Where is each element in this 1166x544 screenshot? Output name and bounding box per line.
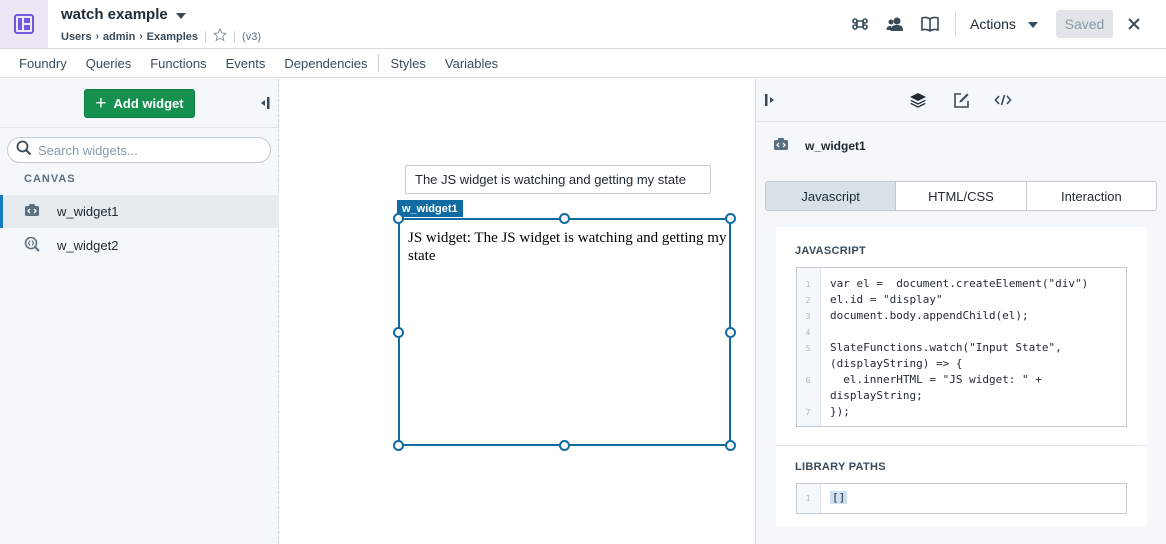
resize-handle-s[interactable] [559,440,570,451]
expand-panel-icon[interactable] [761,90,781,110]
line-number: 5 [805,344,811,353]
resize-handle-ne[interactable] [725,213,736,224]
breadcrumb-users[interactable]: Users [61,31,92,43]
command-icon[interactable] [850,14,870,34]
menu-events[interactable]: Events [226,56,266,71]
line-number-gutter: 1 [797,484,821,513]
star-icon[interactable] [212,27,228,45]
menu-bar: Foundry Queries Functions Events Depende… [0,49,1166,78]
line-number: 2 [805,296,811,305]
properties-panel: w_widget1 Javascript HTML/CSS Interactio… [755,79,1166,544]
selected-widget-name: w_widget1 [805,138,866,153]
line-number-gutter: 1 2 3 4 5 6 7 [797,268,821,426]
code-icon[interactable] [993,90,1013,110]
add-widget-label: Add widget [113,96,184,111]
javascript-code-editor[interactable]: 1 2 3 4 5 6 7 var el = document.createEl… [796,267,1127,427]
book-icon[interactable] [920,14,940,34]
app-layout-icon[interactable] [0,0,48,48]
widget-item-w-widget1[interactable]: w_widget1 [0,195,279,228]
code-line: displayString; [830,389,923,402]
code-line: SlateFunctions.watch("Input State", [830,341,1062,354]
add-widget-button[interactable]: + Add widget [84,89,195,118]
resize-handle-se[interactable] [725,440,736,451]
search-widgets-input[interactable] [38,142,258,158]
menu-styles[interactable]: Styles [390,56,425,71]
line-number: 6 [805,376,811,385]
menu-divider [378,54,380,72]
text-input-widget[interactable]: The JS widget is watching and getting my… [405,165,711,194]
code-line: document.body.appendChild(el); [830,309,1029,322]
widget-item-label: w_widget2 [57,238,119,253]
breadcrumb-examples[interactable]: Examples [147,31,198,43]
canvas-section-label: CANVAS [24,173,76,185]
code-line: (displayString) => { [830,357,963,370]
line-number: 4 [805,328,811,337]
line-number: 1 [805,280,811,289]
library-paths-value: [] [830,491,848,504]
plus-icon: + [95,93,107,114]
saved-button[interactable]: Saved [1056,10,1113,38]
code-line: var el = document.createElement("div") [830,277,1089,290]
menu-functions[interactable]: Functions [150,56,206,71]
widget-item-label: w_widget1 [57,204,119,219]
js-widget-icon [773,137,789,154]
menu-foundry[interactable]: Foundry [19,56,67,71]
canvas[interactable]: The JS widget is watching and getting my… [280,79,755,544]
version-label: (v3) [242,30,261,43]
menu-variables[interactable]: Variables [445,56,498,71]
widget-item-w-widget2[interactable]: w_widget2 [0,229,279,262]
header-divider [955,12,956,36]
collapse-panel-icon[interactable] [258,95,270,116]
resize-handle-n[interactable] [559,213,570,224]
resize-handle-w[interactable] [393,327,404,338]
js-widget-frame[interactable]: JS widget: The JS widget is watching and… [398,218,731,446]
chevron-down-icon [1027,22,1038,28]
line-number: 7 [805,408,811,417]
section-divider [776,445,1147,446]
resize-handle-e[interactable] [725,327,736,338]
panel-divider [756,121,1166,122]
sidebar-divider [0,127,279,128]
breadcrumb-divider [234,30,236,43]
resize-handle-nw[interactable] [393,213,404,224]
breadcrumb-admin[interactable]: admin [103,31,135,43]
tab-javascript[interactable]: Javascript [766,182,897,210]
breadcrumb: Users › admin › Examples (v3) [61,27,261,45]
breadcrumb-divider [205,30,207,43]
edit-icon[interactable] [951,90,971,110]
widget-sidebar: + Add widget CANVAS w_widget1 [0,79,279,544]
js-widget-output: JS widget: The JS widget is watching and… [408,230,727,264]
chevron-right-icon: › [139,31,143,42]
close-icon[interactable] [1128,14,1140,35]
users-icon[interactable] [885,14,905,34]
layers-icon[interactable] [908,90,928,110]
search-icon [16,140,32,161]
tab-interaction[interactable]: Interaction [1027,182,1156,210]
code-line: }); [830,405,850,418]
document-title[interactable]: watch example [61,6,186,23]
line-number: 3 [805,312,811,321]
library-paths-label: LIBRARY PATHS [795,461,886,473]
menu-dependencies[interactable]: Dependencies [284,56,367,71]
editor-tabs: Javascript HTML/CSS Interaction [765,181,1157,211]
javascript-section-label: JAVASCRIPT [795,245,867,257]
actions-menu[interactable]: Actions [970,16,1038,32]
tab-html-css[interactable]: HTML/CSS [896,182,1027,210]
document-title-text: watch example [61,6,168,23]
code-line: el.id = "display" [830,293,943,306]
chevron-right-icon: › [95,31,99,42]
app-header: watch example Users › admin › Examples (… [0,0,1166,49]
resize-handle-sw[interactable] [393,440,404,451]
actions-label: Actions [970,16,1016,32]
selected-widget-header: w_widget1 [773,137,866,154]
selected-widget-tag: w_widget1 [397,200,463,217]
code-line: el.innerHTML = "JS widget: " + [830,373,1042,386]
menu-queries[interactable]: Queries [86,56,132,71]
chevron-down-icon[interactable] [175,12,186,19]
widget-search-icon [24,236,40,255]
library-paths-editor[interactable]: 1 [] [796,483,1127,514]
search-widgets-field[interactable] [7,137,271,163]
js-widget-icon [24,203,40,220]
line-number: 1 [805,494,811,503]
